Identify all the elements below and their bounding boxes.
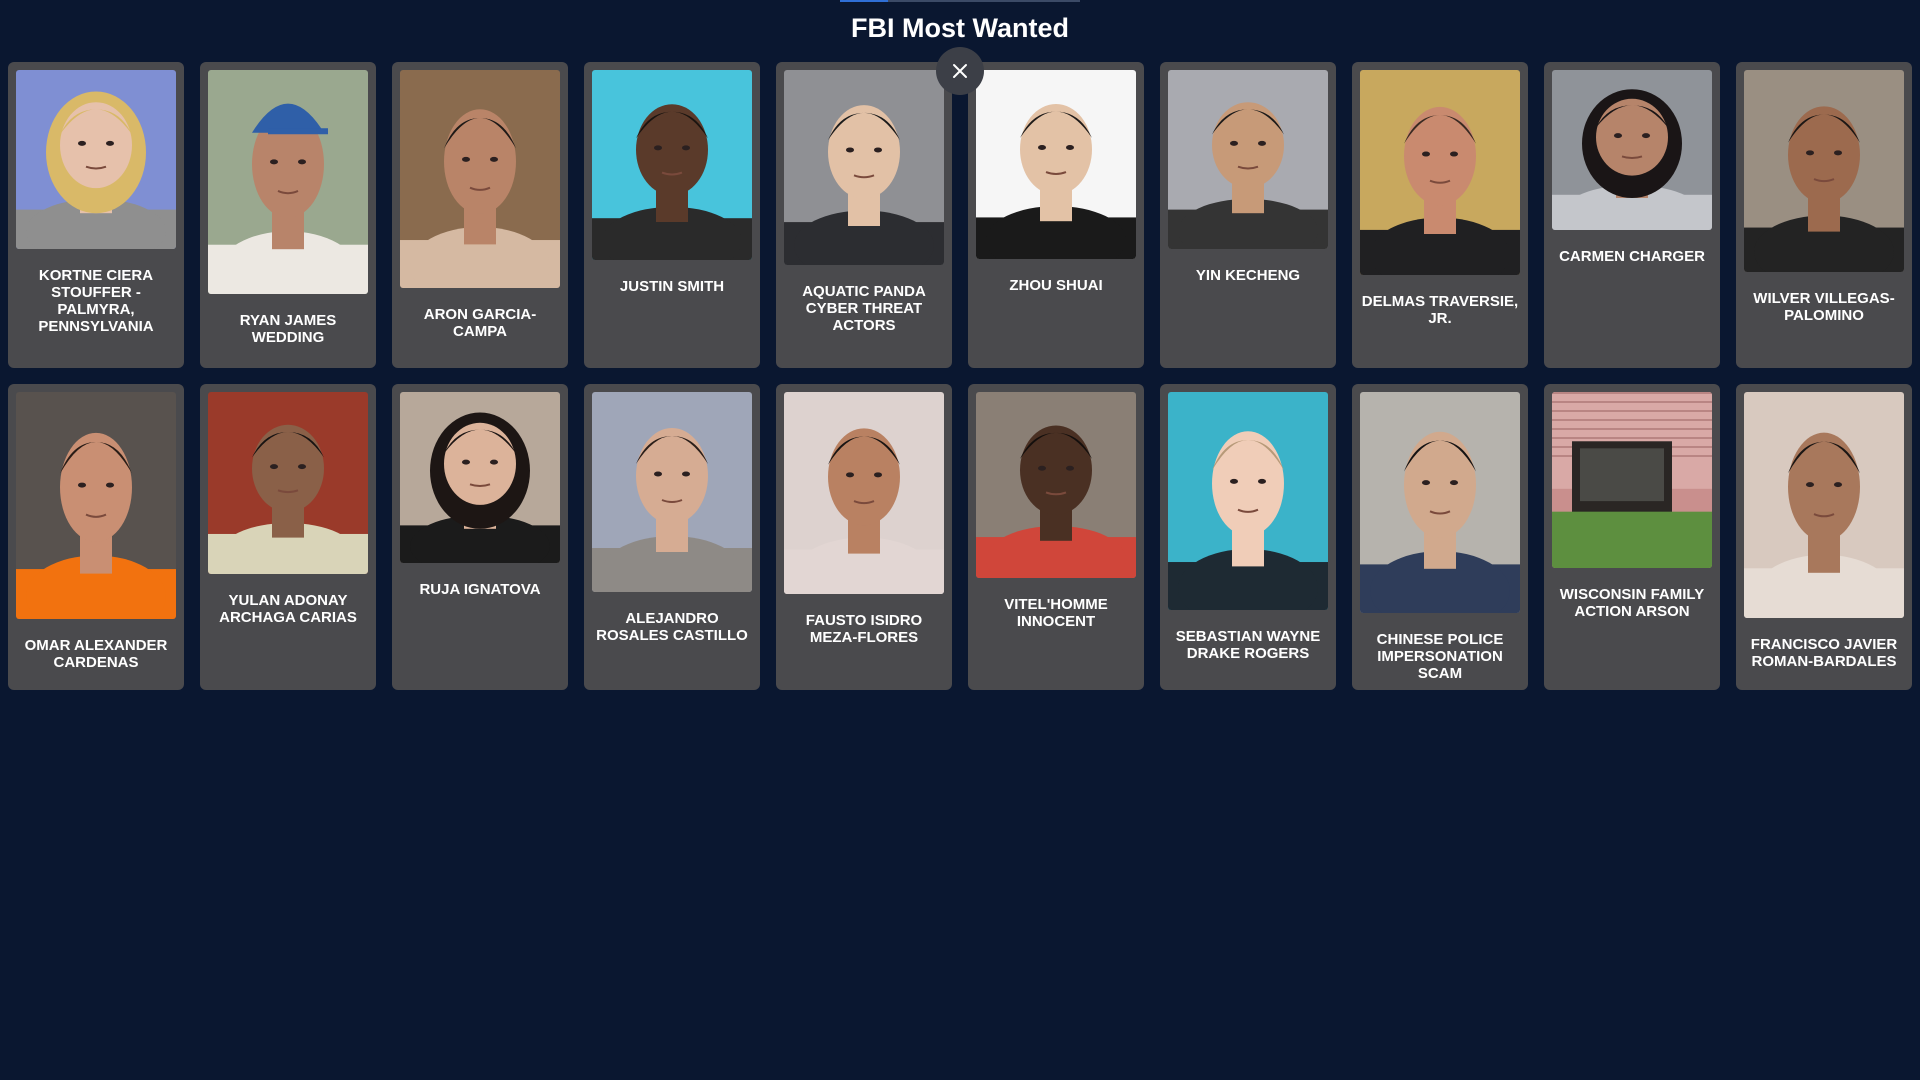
wanted-name: VITEL'HOMME INNOCENT	[1004, 596, 1108, 630]
wanted-photo	[784, 392, 944, 594]
wanted-photo	[592, 392, 752, 592]
wanted-photo	[1168, 392, 1328, 610]
page-title: FBI Most Wanted	[851, 13, 1069, 43]
wanted-photo	[592, 70, 752, 260]
wanted-photo	[1360, 392, 1520, 613]
wanted-name: YIN KECHENG	[1195, 267, 1301, 284]
wanted-card[interactable]: YIN KECHENG	[1160, 62, 1336, 368]
wanted-photo	[976, 392, 1136, 578]
wanted-photo	[16, 392, 176, 619]
wanted-name: ZHOU SHUAI	[1009, 277, 1103, 294]
slideshow-progress-fill	[840, 0, 888, 2]
close-icon	[953, 64, 967, 78]
wanted-name: KORTNE CIERA STOUFFER - PALMYRA, PENNSYL…	[38, 267, 154, 335]
wanted-card[interactable]: ARON GARCIA-CAMPA	[392, 62, 568, 368]
wanted-name: ARON GARCIA-CAMPA	[423, 306, 537, 340]
wanted-card[interactable]: RYAN JAMES WEDDING	[200, 62, 376, 368]
wanted-card[interactable]: RUJA IGNATOVA	[392, 384, 568, 690]
wanted-card[interactable]: WISCONSIN FAMILY ACTION ARSON	[1544, 384, 1720, 690]
wanted-card[interactable]: ALEJANDRO ROSALES CASTILLO	[584, 384, 760, 690]
wanted-name: WILVER VILLEGAS-PALOMINO	[1753, 290, 1895, 324]
wanted-card[interactable]: VITEL'HOMME INNOCENT	[968, 384, 1144, 690]
wanted-card[interactable]: FRANCISCO JAVIER ROMAN-BARDALES	[1736, 384, 1912, 690]
wanted-card[interactable]: ZHOU SHUAI	[968, 62, 1144, 368]
wanted-name: YULAN ADONAY ARCHAGA CARIAS	[219, 592, 357, 626]
wanted-card[interactable]: CHINESE POLICE IMPERSONATION SCAM	[1352, 384, 1528, 690]
wanted-photo	[1744, 392, 1904, 618]
wanted-name: DELMAS TRAVERSIE, JR.	[1361, 293, 1519, 327]
wanted-photo	[208, 392, 368, 574]
wanted-photo	[400, 70, 560, 288]
wanted-card[interactable]: DELMAS TRAVERSIE, JR.	[1352, 62, 1528, 368]
wanted-card[interactable]: AQUATIC PANDA CYBER THREAT ACTORS	[776, 62, 952, 368]
wanted-card[interactable]: OMAR ALEXANDER CARDENAS	[8, 384, 184, 690]
slideshow-progress-bar	[840, 0, 1080, 2]
wanted-grid: KORTNE CIERA STOUFFER - PALMYRA, PENNSYL…	[8, 62, 1912, 690]
wanted-photo	[1744, 70, 1904, 272]
wanted-photo	[1552, 392, 1712, 568]
close-button[interactable]	[936, 47, 984, 95]
wanted-photo	[1552, 70, 1712, 230]
wanted-card[interactable]: YULAN ADONAY ARCHAGA CARIAS	[200, 384, 376, 690]
wanted-name: FAUSTO ISIDRO MEZA-FLORES	[805, 612, 923, 646]
wanted-card[interactable]: JUSTIN SMITH	[584, 62, 760, 368]
wanted-card[interactable]: WILVER VILLEGAS-PALOMINO	[1736, 62, 1912, 368]
wanted-name: AQUATIC PANDA CYBER THREAT ACTORS	[802, 283, 926, 334]
wanted-name: CHINESE POLICE IMPERSONATION SCAM	[1376, 631, 1504, 682]
wanted-photo	[1360, 70, 1520, 275]
wanted-photo	[976, 70, 1136, 259]
wanted-name: OMAR ALEXANDER CARDENAS	[24, 637, 168, 671]
wanted-name: FRANCISCO JAVIER ROMAN-BARDALES	[1750, 636, 1898, 670]
wanted-name: CARMEN CHARGER	[1559, 248, 1705, 265]
wanted-photo	[1168, 70, 1328, 249]
wanted-photo	[16, 70, 176, 249]
wanted-card[interactable]: FAUSTO ISIDRO MEZA-FLORES	[776, 384, 952, 690]
wanted-name: JUSTIN SMITH	[619, 278, 725, 295]
wanted-name: SEBASTIAN WAYNE DRAKE ROGERS	[1175, 628, 1321, 662]
wanted-name: ALEJANDRO ROSALES CASTILLO	[596, 610, 748, 644]
wanted-card[interactable]: SEBASTIAN WAYNE DRAKE ROGERS	[1160, 384, 1336, 690]
wanted-name: RUJA IGNATOVA	[419, 581, 541, 598]
wanted-card[interactable]: CARMEN CHARGER	[1544, 62, 1720, 368]
wanted-name: RYAN JAMES WEDDING	[239, 312, 337, 346]
wanted-card[interactable]: KORTNE CIERA STOUFFER - PALMYRA, PENNSYL…	[8, 62, 184, 368]
wanted-photo	[784, 70, 944, 265]
wanted-photo	[400, 392, 560, 563]
wanted-name: WISCONSIN FAMILY ACTION ARSON	[1559, 586, 1705, 620]
wanted-photo	[208, 70, 368, 294]
